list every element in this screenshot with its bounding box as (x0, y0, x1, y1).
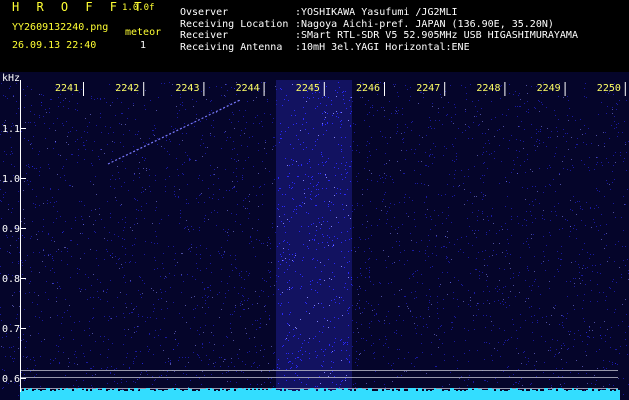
time-tick (444, 82, 446, 96)
time-tick (384, 82, 385, 96)
time-tick (83, 82, 84, 96)
time-tick-label: 2245 (296, 83, 320, 94)
hrofft-screen: H R O F F T 1.0.0f YY2609132240.png 26.0… (0, 0, 629, 400)
y-tick (20, 128, 26, 129)
station-row-antenna: Receiving Antenna :10mH 3el.YAGI Horizont… (180, 42, 578, 54)
reference-line (20, 370, 618, 371)
time-tick (263, 82, 265, 96)
meteor-count-label: meteor (125, 27, 162, 38)
y-tick-label: 0.7 (2, 324, 20, 335)
station-label: Ovserver (180, 7, 229, 18)
time-tick (504, 82, 506, 96)
y-tick (20, 328, 26, 329)
station-row-observer: Ovserver :YOSHIKAWA Yasufumi /JG2MLI (180, 7, 578, 19)
capture-datetime: 26.09.13 22:40 (12, 40, 97, 51)
time-tick (323, 82, 325, 96)
time-tick (624, 82, 626, 96)
station-row-location: Receiving Location :Nagoya Aichi-pref. JA… (180, 19, 578, 31)
station-value: :YOSHIKAWA Yasufumi /JG2MLI (295, 7, 458, 18)
y-tick-label: 0.9 (2, 224, 20, 235)
time-tick-label: 2244 (236, 83, 260, 94)
y-tick (20, 178, 26, 179)
file-name: YY2609132240.png (12, 22, 109, 33)
time-tick (564, 82, 566, 96)
station-label: Receiving Antenna (180, 41, 283, 53)
meteor-count-value: 1 (140, 40, 147, 51)
y-tick-label: 1.0 (2, 174, 20, 185)
time-tick-label: 2246 (356, 83, 380, 94)
y-tick (20, 228, 26, 229)
station-row-receiver: Receiver :SMart RTL-SDR V5 52.905MHz USB … (180, 30, 578, 42)
spectrogram: 1.1 1.0 0.9 0.8 0.7 0.6 2241 2242 2243 2244 2245 22… (0, 72, 629, 400)
station-value: :Nagoya Aichi-pref. JAPAN (136.90E, 35.2… (295, 18, 554, 30)
station-info: Ovserver :YOSHIKAWA Yasufumi /JG2MLI Rece… (180, 7, 578, 53)
baseline-strip (20, 392, 620, 400)
time-tick (203, 82, 205, 96)
time-tick-label: 2250 (597, 83, 621, 94)
y-axis-unit: kHz (2, 73, 21, 84)
y-tick-label: 1.1 (2, 124, 20, 135)
y-tick (20, 378, 26, 379)
time-tick-label: 2243 (175, 83, 199, 94)
time-tick-label: 2248 (476, 83, 500, 94)
station-label: Receiving Location (180, 18, 289, 30)
time-tick-label: 2249 (537, 83, 561, 94)
time-tick-label: 2241 (55, 83, 79, 94)
time-tick-label: 2242 (115, 83, 139, 94)
y-tick-label: 0.8 (2, 274, 20, 285)
reference-line (20, 377, 618, 378)
station-value: :10mH 3el.YAGI Horizontal:ENE (295, 41, 470, 53)
station-value: :SMart RTL-SDR V5 52.905MHz USB HIGASHIM… (295, 30, 578, 41)
time-tick-label: 2247 (416, 83, 440, 94)
station-label: Receiver (180, 30, 229, 41)
y-axis-line (20, 80, 21, 392)
app-version: 1.0.0f (122, 3, 155, 13)
reference-line (20, 388, 618, 389)
y-tick (20, 278, 26, 279)
y-tick-label: 0.6 (2, 374, 20, 385)
noise-field (0, 72, 629, 400)
time-tick (143, 82, 145, 96)
